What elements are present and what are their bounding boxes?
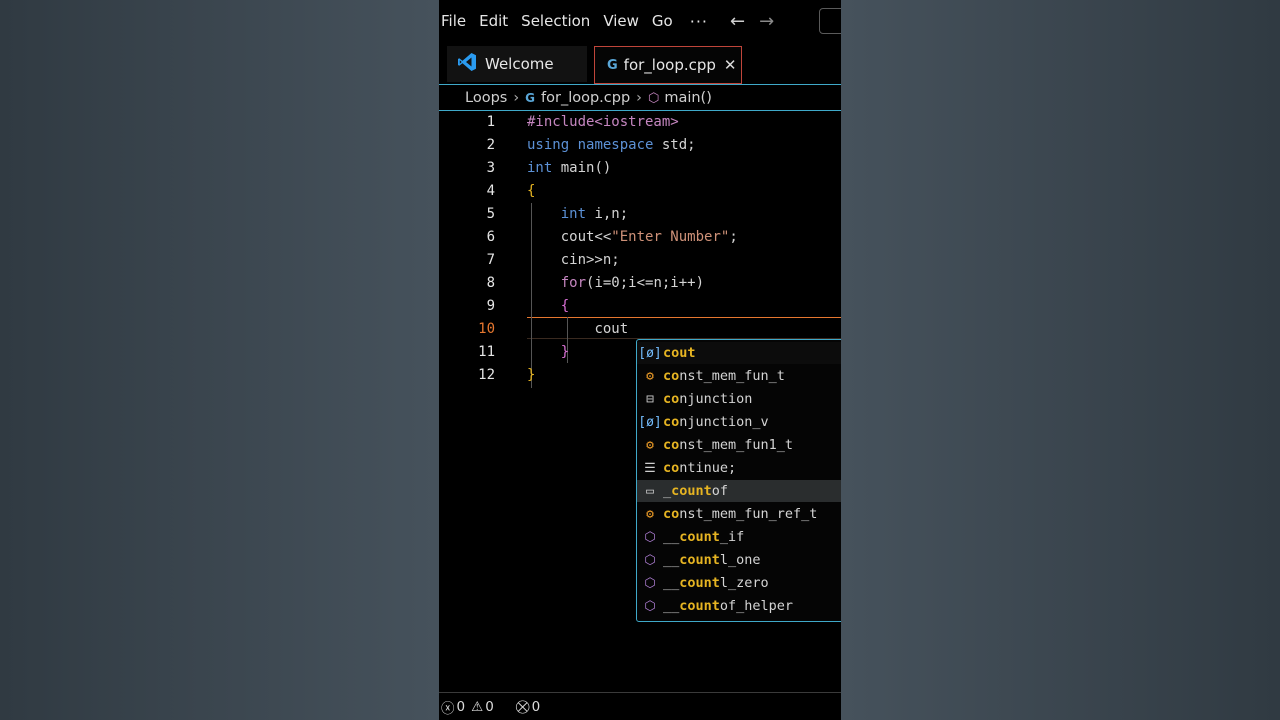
chevron-right-icon: ›	[636, 90, 642, 106]
line-number: 5	[486, 206, 495, 222]
more-menu-icon[interactable]: ···	[690, 12, 708, 31]
suggestion-label: __countof_helper	[663, 598, 794, 614]
tab-for-loop-cpp[interactable]: G for_loop.cpp ✕	[594, 46, 742, 84]
code-line-11: }	[560, 344, 570, 360]
suggestion-item[interactable]: ⚙ const_mem_fun_t	[637, 365, 841, 387]
line-number: 8	[486, 275, 495, 291]
namespace-icon: ⊟	[646, 391, 654, 407]
variable-icon: [ø]	[638, 345, 662, 361]
line-number-current: 10	[478, 321, 495, 337]
error-icon[interactable]: ⓧ	[441, 697, 455, 717]
code-line-12: }	[527, 367, 536, 383]
cpp-file-icon: G	[607, 57, 618, 73]
cube-icon: ⬡	[644, 529, 656, 545]
breadcrumb: Loops › G for_loop.cpp › ⬡ main()	[439, 86, 841, 111]
suggestion-item[interactable]: ⊟ conjunction	[637, 388, 841, 410]
suggestion-label: cout	[663, 345, 696, 361]
suggestion-label: continue;	[663, 460, 737, 476]
code-line-4: {	[527, 183, 536, 199]
warning-count[interactable]: 0	[485, 699, 494, 715]
keyword-icon: ☰	[644, 460, 656, 476]
code-line-1: #include<iostream>	[527, 114, 679, 130]
variable-icon: [ø]	[638, 414, 662, 430]
class-icon: ⚙	[646, 368, 654, 384]
close-icon[interactable]: ✕	[724, 56, 737, 74]
line-number: 2	[486, 137, 495, 153]
code-line-8: for(i=0;i<=n;i++)	[560, 275, 705, 291]
menu-view[interactable]: View	[602, 12, 650, 30]
class-icon: ⚙	[646, 437, 654, 453]
cube-icon: ⬡	[644, 552, 656, 568]
tab-bar: Welcome G for_loop.cpp ✕	[439, 42, 841, 85]
cube-icon: ⬡	[644, 598, 656, 614]
suggestion-label: __countl_one	[663, 552, 761, 568]
breadcrumb-file[interactable]: for_loop.cpp	[541, 90, 630, 106]
suggestion-item[interactable]: [ø] conjunction_v	[637, 411, 841, 433]
ports-icon[interactable]: ⛒	[516, 699, 530, 715]
menu-edit[interactable]: Edit	[478, 12, 519, 30]
code-line-5: int i,n;	[560, 206, 629, 222]
tab-label: Welcome	[485, 55, 554, 73]
command-center-box[interactable]	[819, 8, 841, 34]
editor-window: File Edit Selection View Go ··· ← → Welc…	[439, 0, 841, 720]
menu-go[interactable]: Go	[651, 12, 684, 30]
menu-bar: File Edit Selection View Go ··· ← →	[439, 0, 841, 42]
suggestion-label: const_mem_fun_ref_t	[663, 506, 818, 522]
breadcrumb-folder[interactable]: Loops	[465, 90, 507, 106]
code-line-10: cout	[594, 321, 629, 337]
line-number: 6	[486, 229, 495, 245]
error-count[interactable]: 0	[457, 699, 466, 715]
suggestion-item[interactable]: ⬡ __countl_zero	[637, 572, 841, 594]
breadcrumb-symbol[interactable]: main()	[664, 90, 712, 106]
snippet-icon: ▭	[646, 483, 654, 499]
suggestion-item[interactable]: ⚙ const_mem_fun1_t	[637, 434, 841, 456]
background-right	[841, 0, 1280, 720]
suggestion-item[interactable]: [ø] cout	[637, 342, 841, 364]
suggestion-item[interactable]: ☰ continue;	[637, 457, 841, 479]
line-number: 1	[486, 114, 495, 130]
suggestion-label: _countof	[663, 483, 729, 499]
autocomplete-suggestions: [ø] cout ⚙ const_mem_fun_t ⊟ conjunction…	[636, 339, 841, 622]
line-number: 11	[478, 344, 495, 360]
class-icon: ⚙	[646, 506, 654, 522]
suggestion-item[interactable]: ▭ _countof	[637, 480, 841, 502]
line-number: 4	[486, 183, 495, 199]
suggestion-label: const_mem_fun1_t	[663, 437, 794, 453]
code-line-6: cout<<"Enter Number";	[560, 229, 738, 245]
background-left	[0, 0, 439, 720]
line-number: 9	[486, 298, 495, 314]
back-arrow-icon[interactable]: ←	[730, 11, 745, 32]
suggestion-label: conjunction_v	[663, 414, 769, 430]
code-line-7: cin>>n;	[560, 252, 620, 268]
suggestion-label: __count_if	[663, 529, 745, 545]
line-number: 7	[486, 252, 495, 268]
warning-icon[interactable]: ⚠	[471, 699, 483, 715]
status-bar: ⓧ 0 ⚠ 0 ⛒ 0	[439, 692, 841, 720]
suggestion-item[interactable]: ⬡ __countl_one	[637, 549, 841, 571]
suggestion-item[interactable]: ⬡ __count_if	[637, 526, 841, 548]
menu-file[interactable]: File	[440, 12, 477, 30]
line-number: 3	[486, 160, 495, 176]
vscode-logo-icon	[457, 52, 477, 76]
code-line-9: {	[560, 298, 570, 314]
suggestion-label: const_mem_fun_t	[663, 368, 785, 384]
tab-label: for_loop.cpp	[623, 56, 716, 74]
forward-arrow-icon[interactable]: →	[759, 11, 774, 32]
method-cube-icon: ⬡	[647, 90, 660, 106]
code-line-3: int main()	[527, 160, 612, 176]
code-line-2: using namespace std;	[527, 137, 696, 153]
suggestion-item[interactable]: ⬡ __countof_helper	[637, 595, 841, 617]
cube-icon: ⬡	[644, 575, 656, 591]
suggestion-label: __countl_zero	[663, 575, 769, 591]
line-number: 12	[478, 367, 495, 383]
cpp-file-icon: G	[525, 91, 535, 105]
chevron-right-icon: ›	[513, 90, 520, 106]
ports-count[interactable]: 0	[532, 699, 541, 715]
suggestion-label: conjunction	[663, 391, 753, 407]
menu-selection[interactable]: Selection	[520, 12, 601, 30]
tab-welcome[interactable]: Welcome	[447, 46, 587, 82]
suggestion-item[interactable]: ⚙ const_mem_fun_ref_t	[637, 503, 841, 525]
